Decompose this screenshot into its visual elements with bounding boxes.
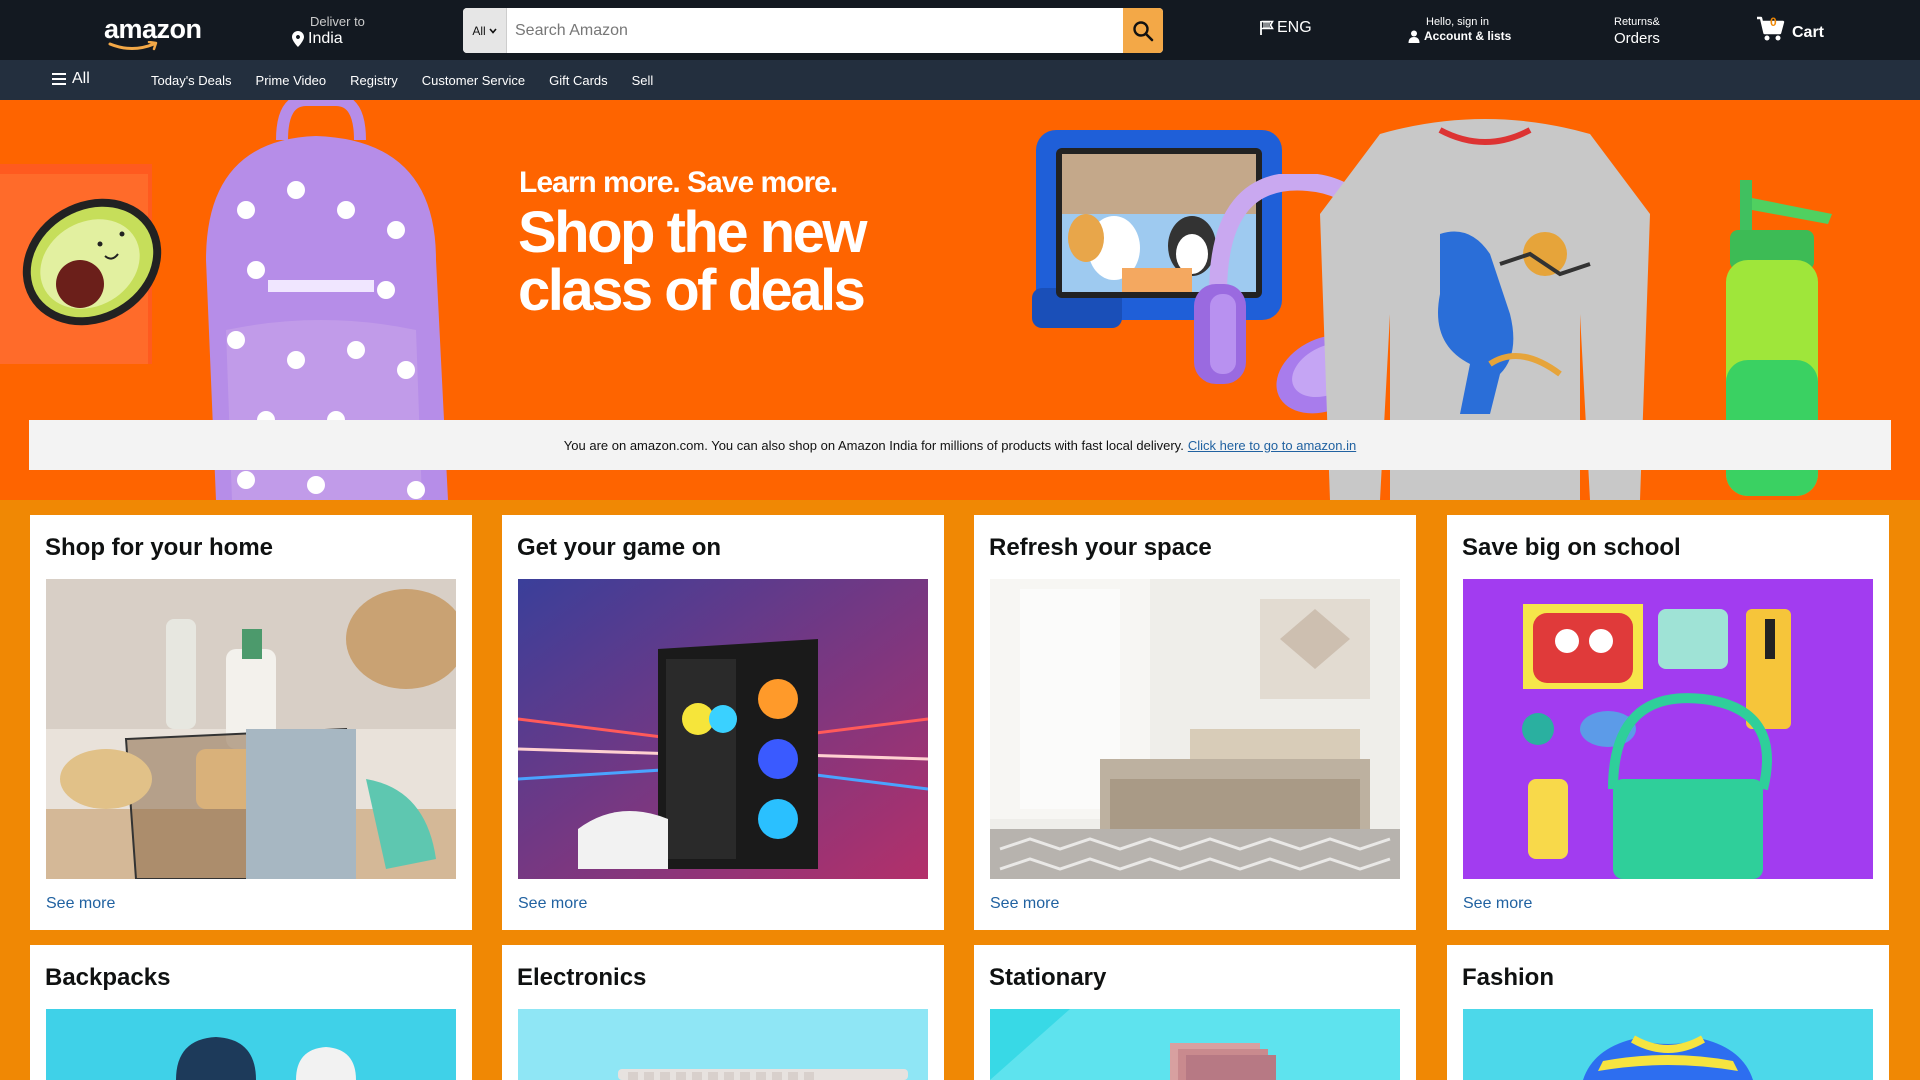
hero-tagline: Learn more. Save more. (519, 166, 838, 199)
see-more-link[interactable]: See more (518, 895, 587, 913)
see-more-link[interactable]: See more (990, 895, 1059, 913)
cart-label: Cart (1792, 24, 1825, 41)
card-title: Electronics (517, 964, 647, 991)
search-button[interactable] (1123, 8, 1163, 53)
deliver-label: Deliver to (310, 14, 365, 29)
language-selector[interactable]: ENG (1260, 19, 1312, 37)
avocado-pouch-image (0, 164, 162, 364)
deliver-to[interactable]: Deliver to India (292, 14, 365, 48)
card-title: Shop for your home (45, 534, 273, 561)
cart-count: 0 (1770, 15, 1777, 29)
subnav-link-gift-cards[interactable]: Gift Cards (549, 73, 608, 88)
search-category-label: All (472, 23, 486, 38)
card-title: Save big on school (1462, 534, 1681, 561)
see-more-link[interactable]: See more (46, 895, 115, 913)
bedroom-image[interactable] (990, 579, 1400, 879)
subnav-link-todays-deals[interactable]: Today's Deals (151, 73, 232, 88)
all-menu-label: All (72, 70, 90, 87)
chevron-down-icon (489, 27, 497, 34)
fashion-image[interactable] (1463, 1009, 1873, 1080)
region-notice-banner: You are on amazon.com. You can also shop… (29, 420, 1891, 470)
location-pin-icon (292, 31, 304, 47)
go-to-amazon-in-link[interactable]: Click here to go to amazon.in (1188, 438, 1356, 453)
all-menu-button[interactable]: All (52, 70, 90, 88)
orders-label: Orders (1614, 30, 1660, 47)
account-greeting: Hello, sign in (1426, 16, 1489, 28)
stationary-image[interactable] (990, 1009, 1400, 1080)
cart-button[interactable]: 0 Cart (1756, 15, 1825, 42)
smile-arrow-icon (108, 41, 158, 51)
account-menu[interactable]: Hello, sign in Account & lists (1408, 16, 1511, 43)
top-navigation-bar: amazon Deliver to India All Search Amazo… (0, 0, 1920, 60)
search-icon (1133, 20, 1154, 41)
card-title: Fashion (1462, 964, 1555, 991)
card-title: Backpacks (45, 964, 171, 991)
card-save-school: Save big on school See more (1447, 515, 1889, 930)
flag-icon (1260, 20, 1274, 35)
region-notice-text: You are on amazon.com. You can also shop… (563, 437, 1184, 453)
card-refresh-space: Refresh your space See more (974, 515, 1416, 930)
school-supplies-image[interactable] (1463, 579, 1873, 879)
returns-orders[interactable]: Returns& Orders (1614, 16, 1660, 47)
person-icon (1408, 30, 1420, 43)
card-title: Refresh your space (989, 534, 1212, 561)
gaming-pc-image[interactable] (518, 579, 928, 879)
cleaning-supplies-image[interactable] (46, 579, 456, 879)
language-label: ENG (1277, 19, 1312, 36)
subnav-link-registry[interactable]: Registry (350, 73, 398, 88)
search-category-select[interactable]: All (463, 8, 507, 53)
electronics-image[interactable] (518, 1009, 928, 1080)
amazon-logo[interactable]: amazon (104, 14, 202, 51)
card-electronics: Electronics (502, 945, 944, 1080)
account-label: Account & lists (1424, 29, 1512, 43)
card-title: Stationary (989, 964, 1107, 991)
subnav-link-customer-service[interactable]: Customer Service (422, 73, 525, 88)
subnav-links: Today's Deals Prime Video Registry Custo… (151, 73, 677, 88)
card-backpacks: Backpacks (30, 945, 472, 1080)
returns-label: Returns& (1614, 16, 1660, 28)
card-shop-home: Shop for your home See more (30, 515, 472, 930)
deliver-location: India (308, 30, 343, 47)
card-fashion: Fashion (1447, 945, 1889, 1080)
logo-text: amazon (104, 14, 202, 44)
backpacks-image[interactable] (46, 1009, 456, 1080)
secondary-navigation-bar: All Today's Deals Prime Video Registry C… (0, 60, 1920, 100)
hero-banner[interactable]: Learn more. Save more. Shop the new clas… (0, 100, 1920, 500)
search-bar: All (463, 8, 1163, 53)
card-stationary: Stationary (974, 945, 1416, 1080)
hero-headline-line1: Shop the new (518, 200, 868, 265)
hamburger-icon (52, 73, 66, 85)
hero-headline-line2: class of deals (518, 258, 866, 323)
subnav-link-sell[interactable]: Sell (632, 73, 654, 88)
see-more-link[interactable]: See more (1463, 895, 1532, 913)
card-game-on: Get your game on See more (502, 515, 944, 930)
subnav-link-prime-video[interactable]: Prime Video (256, 73, 327, 88)
hero-headline: Shop the new class of deals (518, 200, 868, 323)
search-input[interactable] (507, 8, 1123, 53)
card-title: Get your game on (517, 534, 722, 561)
